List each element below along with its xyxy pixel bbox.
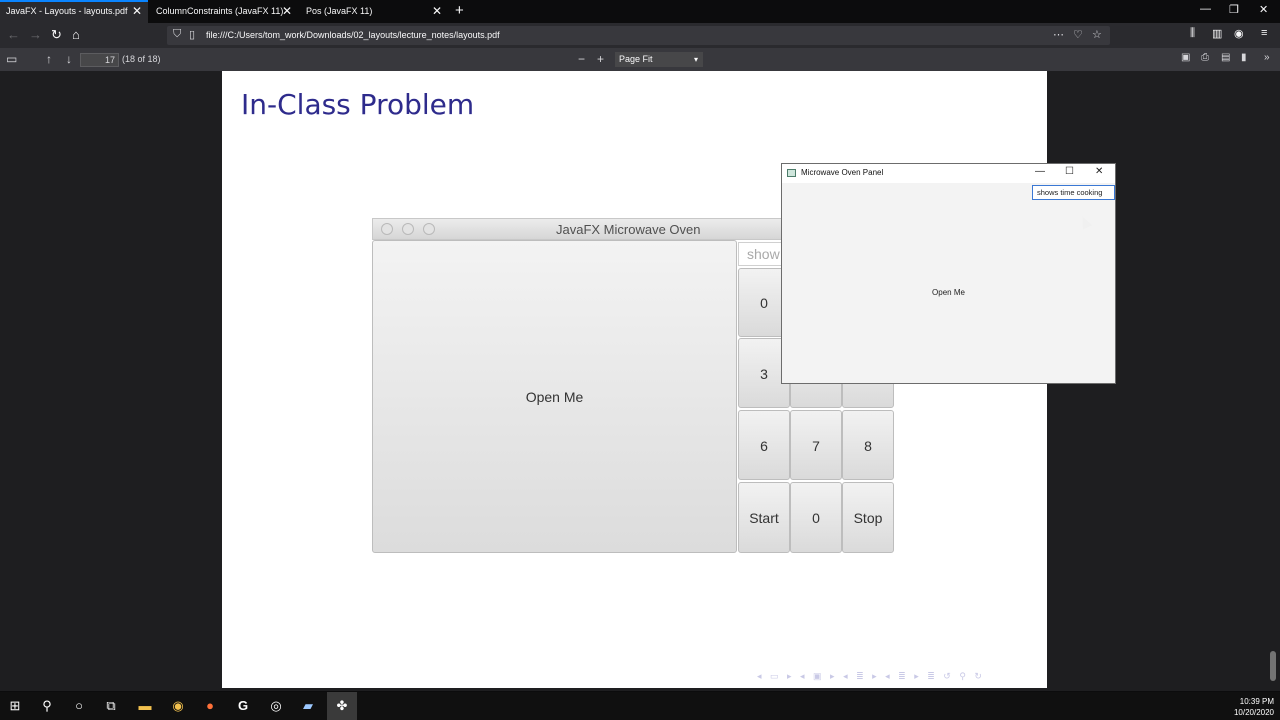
app-g-icon[interactable]: G xyxy=(234,697,252,715)
close-tab-icon[interactable]: ✕ xyxy=(282,0,292,23)
search-icon[interactable]: ⚲ xyxy=(38,697,56,715)
windows-taskbar: ⊞ ⚲ ○ ⧉ ▬ ◉ ● G ◎ ▰ ✤ 10:39 PM 10/20/202… xyxy=(0,692,1280,720)
maximize-icon[interactable]: ☐ xyxy=(1065,166,1074,177)
fx-key-start: Start xyxy=(738,482,790,553)
fx-minimize-dot xyxy=(402,223,414,235)
tab-layouts-pdf[interactable]: JavaFX - Layouts - layouts.pdf ✕ xyxy=(0,0,148,23)
page-actions-icon[interactable]: ⋯ xyxy=(1053,28,1064,41)
fx-close-dot xyxy=(381,223,393,235)
zoom-value: Page Fit xyxy=(619,54,653,64)
save-icon[interactable]: ▤ xyxy=(1221,52,1230,63)
time-display-field[interactable]: shows time cooking xyxy=(1032,185,1115,200)
close-tab-icon[interactable]: ✕ xyxy=(432,0,442,23)
library-icon[interactable]: ⫼ xyxy=(1190,27,1195,40)
windows-start-icon[interactable]: ⊞ xyxy=(6,697,24,715)
restore-icon[interactable]: ❐ xyxy=(1229,3,1239,16)
reload-icon[interactable]: ↻ xyxy=(51,27,62,43)
chevron-down-icon: ▾ xyxy=(693,55,698,64)
obs-icon[interactable]: ◎ xyxy=(267,697,285,715)
firefox-icon[interactable]: ● xyxy=(201,697,219,715)
java-icon[interactable]: ▰ xyxy=(299,697,317,715)
chrome-icon[interactable]: ◉ xyxy=(169,697,187,715)
tab-pos[interactable]: Pos (JavaFX 11) ✕ xyxy=(300,0,448,23)
fx-key-stop: Stop xyxy=(842,482,894,553)
close-icon[interactable]: ✕ xyxy=(1095,166,1103,177)
window-title: Microwave Oven Panel xyxy=(801,168,884,177)
tab-label: Pos (JavaFX 11) xyxy=(306,6,373,16)
active-app-icon[interactable]: ✤ xyxy=(327,692,357,720)
cortana-icon[interactable]: ○ xyxy=(70,697,88,715)
fx-window-title: JavaFX Microwave Oven xyxy=(556,222,701,237)
microwave-oven-panel-window[interactable]: Microwave Oven Panel — ☐ ✕ shows time co… xyxy=(781,163,1116,384)
bookmark-star-icon[interactable]: ☆ xyxy=(1092,28,1102,41)
pdf-toolbar: ▭ ↑ ↓ 17 (18 of 18) − + Page Fit ▾ ▣ ⎙ ▤… xyxy=(0,48,1280,71)
minimize-icon[interactable]: — xyxy=(1200,3,1211,15)
sidebar-icon[interactable]: ▥ xyxy=(1212,27,1222,40)
new-tab-icon[interactable]: + xyxy=(455,2,464,19)
slide-title: In-Class Problem xyxy=(241,88,475,121)
home-icon[interactable]: ⌂ xyxy=(72,27,80,42)
pocket-icon[interactable]: ♡ xyxy=(1073,28,1083,41)
browser-tab-bar: JavaFX - Layouts - layouts.pdf ✕ ColumnC… xyxy=(0,0,1280,23)
account-icon[interactable]: ◉ xyxy=(1234,27,1244,40)
presentation-mode-icon[interactable]: ▣ xyxy=(1181,52,1190,63)
tab-columnconstraints[interactable]: ColumnConstraints (JavaFX 11) ✕ xyxy=(150,0,298,23)
zoom-in-icon[interactable]: + xyxy=(597,52,604,66)
url-text: file:///C:/Users/tom_work/Downloads/02_l… xyxy=(206,30,500,40)
fx-open-me-label: Open Me xyxy=(525,389,584,405)
bookmark-icon[interactable]: ▮ xyxy=(1241,52,1247,63)
zoom-out-icon[interactable]: − xyxy=(578,52,585,66)
browser-nav-bar: ← → ↻ ⌂ ⛉ ▯ file:///C:/Users/tom_work/Do… xyxy=(0,23,1280,48)
tab-label: ColumnConstraints (JavaFX 11) xyxy=(156,6,284,16)
java-app-icon xyxy=(787,169,796,177)
page-info-icon[interactable]: ▯ xyxy=(189,28,195,41)
tab-label: JavaFX - Layouts - layouts.pdf xyxy=(6,6,128,16)
fx-open-me-button: Open Me xyxy=(372,240,737,553)
zoom-select[interactable]: Page Fit ▾ xyxy=(615,52,703,67)
screen: JavaFX - Layouts - layouts.pdf ✕ ColumnC… xyxy=(0,0,1280,720)
url-bar[interactable]: ⛉ ▯ file:///C:/Users/tom_work/Downloads/… xyxy=(167,26,1110,45)
system-clock[interactable]: 10:39 PM 10/20/2020 xyxy=(1234,696,1274,718)
back-icon[interactable]: ← xyxy=(7,27,20,42)
minimize-icon[interactable]: — xyxy=(1035,166,1045,177)
previous-page-icon[interactable]: ↑ xyxy=(46,52,52,66)
fx-key-6: 6 xyxy=(738,410,790,480)
beamer-navigation-symbols[interactable]: ◂ ▭ ▸ ◂ ▣ ▸ ◂ ≣ ▸ ◂ ≣ ▸ ≣ ↺ ⚲ ↻ xyxy=(757,671,985,682)
close-window-icon[interactable]: ✕ xyxy=(1259,3,1268,16)
clock-date: 10/20/2020 xyxy=(1233,708,1274,717)
menu-icon[interactable]: ≡ xyxy=(1261,27,1267,39)
window-title-bar[interactable]: Microwave Oven Panel — ☐ ✕ xyxy=(782,164,1115,183)
next-page-icon[interactable]: ↓ xyxy=(66,52,72,66)
page-count: (18 of 18) xyxy=(122,54,161,64)
page-number-input[interactable]: 17 xyxy=(80,53,119,67)
clock-time: 10:39 PM xyxy=(1239,697,1274,706)
forward-icon[interactable]: → xyxy=(29,27,42,42)
shield-icon[interactable]: ⛉ xyxy=(173,28,181,41)
fx-key-7: 7 xyxy=(790,410,842,480)
tools-icon[interactable]: » xyxy=(1264,52,1270,63)
task-view-icon[interactable]: ⧉ xyxy=(102,697,120,715)
open-me-button[interactable]: Open Me xyxy=(782,288,1115,297)
file-explorer-icon[interactable]: ▬ xyxy=(136,697,154,715)
toggle-sidebar-icon[interactable]: ▭ xyxy=(6,52,17,66)
viewer-scrollbar[interactable] xyxy=(1270,651,1276,681)
print-icon[interactable]: ⎙ xyxy=(1201,52,1209,63)
fx-zoom-dot xyxy=(423,223,435,235)
fx-key-0-bottom: 0 xyxy=(790,482,842,553)
fx-key-8: 8 xyxy=(842,410,894,480)
close-tab-icon[interactable]: ✕ xyxy=(132,2,142,21)
